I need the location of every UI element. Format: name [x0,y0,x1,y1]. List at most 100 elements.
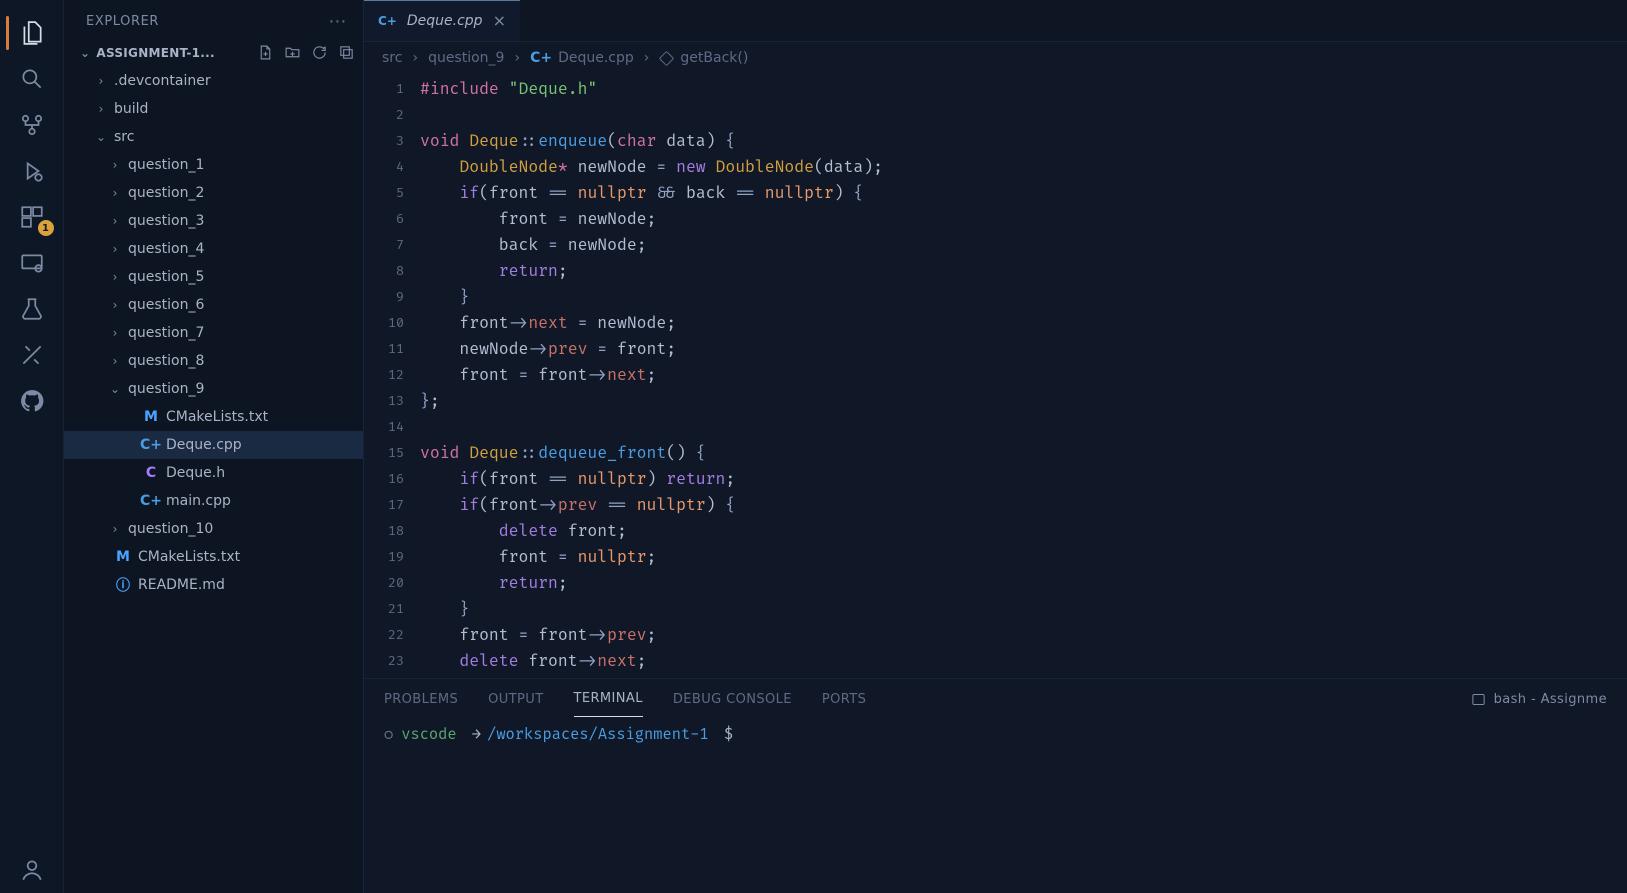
activity-debug-icon[interactable] [0,148,64,194]
breadcrumb-file[interactable]: C+Deque.cpp [530,50,634,66]
terminal-path: /workspaces/Assignment-1 [487,725,709,744]
explorer-sidebar: EXPLORER ⋯ ⌄ ASSIGNMENT-1... ›.devcontai… [64,0,364,893]
terminal-shell-label[interactable]: bash - Assignme [1471,692,1607,707]
folder-item[interactable]: ⌄ question_9 [64,375,363,403]
file-item[interactable]: C+ main.cpp [64,487,363,515]
activity-remote-icon[interactable] [0,240,64,286]
file-name: question_9 [128,381,204,397]
chevron-icon: › [108,186,122,200]
chevron-icon: › [108,158,122,172]
activity-testing-icon[interactable] [0,286,64,332]
chevron-icon: › [108,214,122,228]
file-name: .devcontainer [114,73,211,89]
cpp-icon: C+ [378,14,397,28]
folder-item[interactable]: › question_1 [64,151,363,179]
panel-tab-debug-console[interactable]: DEBUG CONSOLE [673,682,792,717]
file-item[interactable]: ⓘREADME.md [64,571,363,599]
activity-git-icon[interactable] [0,102,64,148]
panel-tab-output[interactable]: OUTPUT [488,682,543,717]
chevron-right-icon: › [644,50,650,66]
folder-item[interactable]: › question_5 [64,263,363,291]
file-name: question_8 [128,353,204,369]
folder-item[interactable]: ›question_6 [64,291,363,319]
refresh-icon[interactable] [311,44,328,61]
file-name: CMakeLists.txt [138,549,240,565]
file-type-icon: M [114,549,132,565]
folder-item[interactable]: › question_4 [64,235,363,263]
tab-bar: C+ Deque.cpp × [364,0,1627,42]
folder-item[interactable]: ⌄ src [64,123,363,151]
explorer-title: EXPLORER [86,14,159,29]
folder-item[interactable]: ›.devcontainer [64,67,363,95]
file-name: question_5 [128,269,204,285]
file-name: question_1 [128,157,204,173]
tab-label: Deque.cpp [407,13,483,29]
project-name: ASSIGNMENT-1... [96,46,215,60]
breadcrumb-symbol[interactable]: getBack() [659,50,748,66]
file-item[interactable]: C Deque.h [64,459,363,487]
code-content[interactable]: #include "Deque.h" void Deque::enqueue(c… [420,74,1627,678]
activity-files-icon[interactable] [0,10,64,56]
file-name: question_3 [128,213,204,229]
chevron-icon: › [108,270,122,284]
file-type-icon: C [142,465,160,481]
breadcrumb-part[interactable]: question_9 [428,50,504,66]
chevron-icon: › [108,522,122,536]
folder-item[interactable]: › question_8 [64,347,363,375]
breadcrumb-part[interactable]: src [382,50,402,66]
file-name: main.cpp [166,493,231,509]
code-editor[interactable]: 1234567891011121314151617181920212223 #i… [364,74,1627,678]
bottom-panel: PROBLEMS OUTPUT TERMINAL DEBUG CONSOLE P… [364,678,1627,893]
explorer-more-icon[interactable]: ⋯ [328,11,347,32]
file-tree: ›.devcontainer›build⌄src›question_1›ques… [64,65,363,599]
file-name: question_2 [128,185,204,201]
activity-search-icon[interactable] [0,56,64,102]
editor-area: C+ Deque.cpp × src › question_9 › C+Dequ… [364,0,1627,893]
chevron-icon: › [108,242,122,256]
folder-item[interactable]: ›question_7 [64,319,363,347]
activity-liveshare-icon[interactable] [0,332,64,378]
breadcrumb[interactable]: src › question_9 › C+Deque.cpp › getBack… [364,42,1627,74]
activity-github-icon[interactable] [0,378,64,424]
folder-item[interactable]: › question_2 [64,179,363,207]
new-folder-icon[interactable] [284,44,301,61]
panel-tab-bar: PROBLEMS OUTPUT TERMINAL DEBUG CONSOLE P… [364,679,1627,719]
folder-item[interactable]: ›question_10 [64,515,363,543]
panel-tab-ports[interactable]: PORTS [822,682,866,717]
chevron-right-icon: › [412,50,418,66]
file-item[interactable]: MCMakeLists.txt [64,403,363,431]
collapse-all-icon[interactable] [338,44,355,61]
explorer-project-row[interactable]: ⌄ ASSIGNMENT-1... [64,42,363,65]
chevron-icon: › [108,326,122,340]
new-file-icon[interactable] [257,44,274,61]
chevron-icon: › [94,102,108,116]
arrow-icon: → [472,725,481,744]
chevron-icon: › [108,354,122,368]
panel-tab-problems[interactable]: PROBLEMS [384,682,458,717]
activity-account-icon[interactable] [0,847,64,893]
file-name: question_4 [128,241,204,257]
file-type-icon: ⓘ [114,575,132,595]
file-type-icon: C+ [142,493,160,509]
file-name: Deque.h [166,465,225,481]
close-icon[interactable]: × [493,11,506,30]
terminal-body[interactable]: ○ vscode → /workspaces/Assignment-1 $ [364,719,1627,893]
activity-extensions-icon[interactable]: 1 [0,194,64,240]
terminal-prompt: $ [724,725,733,744]
file-item[interactable]: M CMakeLists.txt [64,543,363,571]
terminal-user: vscode [401,725,456,744]
panel-tab-terminal[interactable]: TERMINAL [574,681,643,717]
method-icon [659,51,674,66]
cpp-icon: C+ [530,50,552,66]
file-type-icon: M [142,409,160,425]
tab-deque-cpp[interactable]: C+ Deque.cpp × [364,0,520,41]
chevron-icon: ⌄ [108,382,122,396]
folder-item[interactable]: › question_3 [64,207,363,235]
file-name: src [114,129,134,145]
file-item[interactable]: C+Deque.cpp [64,431,363,459]
extensions-update-badge: 1 [38,220,54,236]
terminal-icon [1471,692,1486,707]
circle-icon: ○ [384,725,393,744]
folder-item[interactable]: ›build [64,95,363,123]
chevron-icon: ⌄ [94,130,108,144]
